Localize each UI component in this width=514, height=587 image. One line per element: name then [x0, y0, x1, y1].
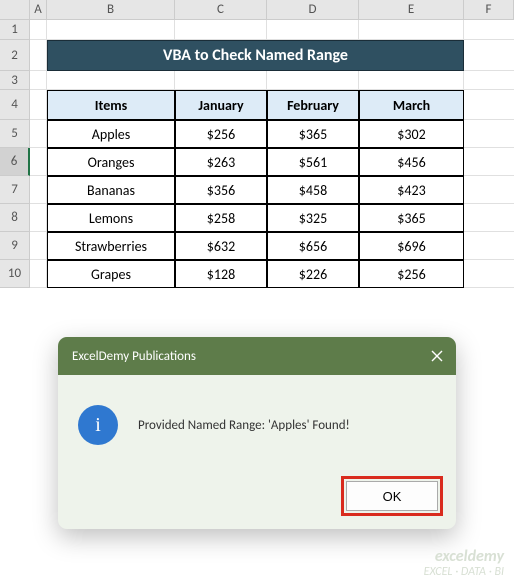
cell-feb[interactable]: $561 — [267, 148, 359, 176]
row-header-2[interactable]: 2 — [0, 40, 30, 71]
cell[interactable] — [30, 232, 47, 260]
table-row: 9 Strawberries$632$656$696 — [0, 232, 514, 260]
cell[interactable] — [464, 260, 514, 288]
dialog-message: Provided Named Range: 'Apples' Found! — [138, 418, 350, 433]
cell-item[interactable]: Lemons — [47, 204, 175, 232]
cell-feb[interactable]: $226 — [267, 260, 359, 288]
select-all-corner[interactable] — [0, 0, 30, 19]
cell-jan[interactable]: $258 — [175, 204, 267, 232]
cell[interactable] — [30, 40, 47, 71]
close-icon — [431, 350, 443, 362]
cell-feb[interactable]: $656 — [267, 232, 359, 260]
column-headers: A B C D E F — [0, 0, 514, 20]
col-header-a[interactable]: A — [30, 0, 47, 19]
cell-item[interactable]: Grapes — [47, 260, 175, 288]
cell-mar[interactable]: $456 — [359, 148, 464, 176]
cell[interactable] — [464, 232, 514, 260]
header-feb[interactable]: February — [267, 90, 359, 120]
message-box: ExcelDemy Publications i Provided Named … — [58, 337, 456, 529]
cell-feb[interactable]: $325 — [267, 204, 359, 232]
cell-item[interactable]: Oranges — [47, 148, 175, 176]
table-row: 7 Bananas$356$458$423 — [0, 176, 514, 204]
dialog-title-text: ExcelDemy Publications — [72, 349, 196, 364]
row-header-6[interactable]: 6 — [0, 148, 30, 176]
close-button[interactable] — [418, 337, 456, 375]
cell[interactable] — [464, 71, 514, 90]
cell[interactable] — [359, 20, 464, 40]
header-jan[interactable]: January — [175, 90, 267, 120]
cell[interactable] — [30, 204, 47, 232]
cell[interactable] — [30, 148, 47, 176]
dialog-body: i Provided Named Range: 'Apples' Found! — [58, 375, 456, 471]
row-header-3[interactable]: 3 — [0, 71, 30, 90]
table-row: 6 Oranges$263$561$456 — [0, 148, 514, 176]
row-header-4[interactable]: 4 — [0, 90, 30, 120]
table-row: 8 Lemons$258$325$365 — [0, 204, 514, 232]
cell-jan[interactable]: $356 — [175, 176, 267, 204]
title-band[interactable]: VBA to Check Named Range — [47, 40, 464, 71]
cell-item[interactable]: Bananas — [47, 176, 175, 204]
cell[interactable] — [267, 20, 359, 40]
cell-feb[interactable]: $458 — [267, 176, 359, 204]
cell-mar[interactable]: $302 — [359, 120, 464, 148]
cell-mar[interactable]: $423 — [359, 176, 464, 204]
cell[interactable] — [464, 120, 514, 148]
cell-jan[interactable]: $263 — [175, 148, 267, 176]
cell-mar[interactable]: $256 — [359, 260, 464, 288]
dialog-titlebar[interactable]: ExcelDemy Publications — [58, 337, 456, 375]
cell[interactable] — [464, 148, 514, 176]
cell-jan[interactable]: $128 — [175, 260, 267, 288]
cell-item[interactable]: Strawberries — [47, 232, 175, 260]
spreadsheet: A B C D E F 1 2 VBA to Check Named Range… — [0, 0, 514, 288]
row-header-9[interactable]: 9 — [0, 232, 30, 260]
cell[interactable] — [30, 176, 47, 204]
col-header-c[interactable]: C — [175, 0, 267, 19]
row-header-1[interactable]: 1 — [0, 20, 30, 40]
row-2: 2 VBA to Check Named Range — [0, 40, 514, 71]
cell[interactable] — [175, 71, 267, 90]
cell[interactable] — [267, 71, 359, 90]
row-1: 1 — [0, 20, 514, 40]
col-header-e[interactable]: E — [359, 0, 464, 19]
cell-jan[interactable]: $632 — [175, 232, 267, 260]
row-4: 4 Items January February March — [0, 90, 514, 120]
cell[interactable] — [47, 20, 175, 40]
col-header-f[interactable]: F — [464, 0, 514, 19]
info-icon: i — [78, 405, 118, 445]
table-row: 10 Grapes$128$226$256 — [0, 260, 514, 288]
header-mar[interactable]: March — [359, 90, 464, 120]
cell-jan[interactable]: $256 — [175, 120, 267, 148]
cell[interactable] — [30, 90, 47, 120]
cell[interactable] — [47, 71, 175, 90]
cell[interactable] — [30, 120, 47, 148]
cell[interactable] — [30, 71, 47, 90]
ok-button[interactable]: OK — [346, 481, 438, 511]
cell[interactable] — [30, 260, 47, 288]
row-header-10[interactable]: 10 — [0, 260, 30, 288]
dialog-footer: OK — [58, 471, 456, 529]
cell-mar[interactable]: $365 — [359, 204, 464, 232]
cell-item[interactable]: Apples — [47, 120, 175, 148]
cell[interactable] — [30, 20, 47, 40]
row-header-7[interactable]: 7 — [0, 176, 30, 204]
cell[interactable] — [175, 20, 267, 40]
cell[interactable] — [464, 204, 514, 232]
cell[interactable] — [359, 71, 464, 90]
watermark-line1: exceldemy — [424, 548, 504, 566]
row-header-5[interactable]: 5 — [0, 120, 30, 148]
row-header-8[interactable]: 8 — [0, 204, 30, 232]
cell[interactable] — [464, 40, 514, 71]
table-row: 5 Apples$256$365$302 — [0, 120, 514, 148]
cell[interactable] — [464, 176, 514, 204]
header-items[interactable]: Items — [47, 90, 175, 120]
row-3: 3 — [0, 71, 514, 90]
cell[interactable] — [464, 20, 514, 40]
cell-mar[interactable]: $696 — [359, 232, 464, 260]
watermark-line2: EXCEL · DATA · BI — [424, 566, 504, 579]
cell-feb[interactable]: $365 — [267, 120, 359, 148]
cell[interactable] — [464, 90, 514, 120]
col-header-b[interactable]: B — [47, 0, 175, 19]
watermark: exceldemy EXCEL · DATA · BI — [424, 548, 504, 579]
col-header-d[interactable]: D — [267, 0, 359, 19]
